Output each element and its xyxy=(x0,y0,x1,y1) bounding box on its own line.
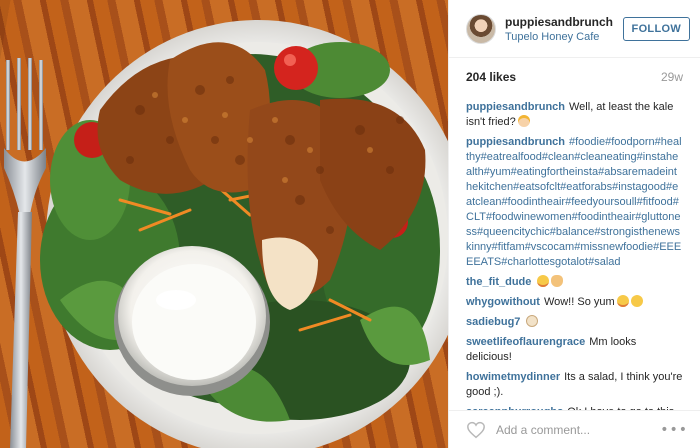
post-header: puppiesandbrunch Tupelo Honey Cafe FOLLO… xyxy=(449,0,700,58)
post-age[interactable]: 29w xyxy=(661,70,683,84)
heart-icon[interactable] xyxy=(466,421,486,439)
comment-username[interactable]: howimetmydinner xyxy=(466,371,560,383)
instagram-post: puppiesandbrunch Tupelo Honey Cafe FOLLO… xyxy=(0,0,700,448)
caption: puppiesandbrunch Well, at least the kale … xyxy=(466,100,683,130)
comment-username[interactable]: the_fit_dude xyxy=(466,276,531,288)
comment-username[interactable]: sadiebug7 xyxy=(466,316,520,328)
comment-item: howimetmydinner Its a salad, I think you'… xyxy=(466,370,683,400)
fork-icon xyxy=(4,58,46,448)
comment-username[interactable]: puppiesandbrunch xyxy=(466,136,565,148)
more-options-icon[interactable]: ••• xyxy=(660,423,688,437)
comment-item: puppiesandbrunch #foodie#foodporn#healthy… xyxy=(466,135,683,270)
comment-item: the_fit_dude xyxy=(466,275,683,290)
comment-list: puppiesandbrunch Well, at least the kale … xyxy=(449,96,700,410)
salad-illustration xyxy=(4,20,448,448)
comment-item: sadiebug7 xyxy=(466,315,683,330)
comment-bar: ••• xyxy=(449,410,700,448)
comment-item: sweetlifeoflaurengrace Mm looks delicious… xyxy=(466,335,683,365)
woman-shrugging-icon xyxy=(517,115,530,127)
comment-item: whygowithout Wow!! So yum xyxy=(466,295,683,310)
grimacing-face-icon xyxy=(616,295,629,307)
follow-button[interactable]: FOLLOW xyxy=(622,16,690,41)
smiling-face-icon xyxy=(630,295,643,307)
comment-username[interactable]: sweetlifeoflaurengrace xyxy=(466,336,585,348)
comment-hashtags[interactable]: #foodie#foodporn#healthy#eatrealfood#cle… xyxy=(466,136,682,268)
comment-input[interactable] xyxy=(496,422,661,437)
author-location[interactable]: Tupelo Honey Cafe xyxy=(505,31,623,43)
post-details-panel: puppiesandbrunch Tupelo Honey Cafe FOLLO… xyxy=(448,0,700,448)
post-stats: 204 likes 29w xyxy=(449,58,700,96)
comment-text: Wow!! So yum xyxy=(543,296,615,308)
author-username[interactable]: puppiesandbrunch xyxy=(505,15,623,29)
tomato xyxy=(274,46,318,90)
post-photo[interactable] xyxy=(0,0,448,448)
caption-username[interactable]: puppiesandbrunch xyxy=(466,101,565,113)
grinning-face-icon xyxy=(537,275,550,287)
comment-username[interactable]: whygowithout xyxy=(466,296,540,308)
avatar[interactable] xyxy=(466,13,496,44)
ok-hand-icon xyxy=(551,275,564,287)
dog-face-icon xyxy=(526,315,539,327)
likes-count[interactable]: 204 likes xyxy=(466,70,516,84)
author-block: puppiesandbrunch Tupelo Honey Cafe xyxy=(505,15,623,43)
